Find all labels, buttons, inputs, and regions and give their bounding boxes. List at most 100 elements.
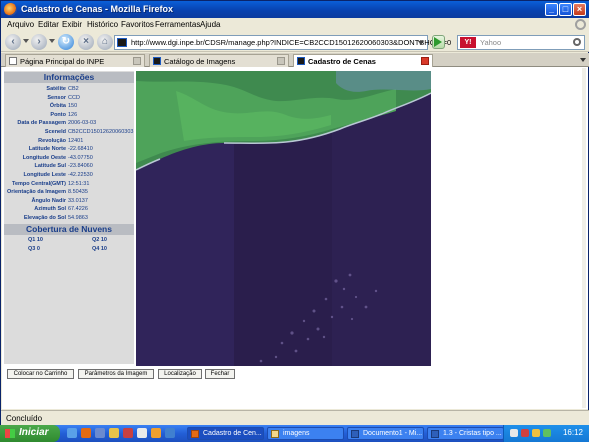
info-row: Longitude Oeste -43.07750: [4, 154, 134, 162]
tab-list-dropdown-icon[interactable]: [580, 58, 586, 62]
menu-ajuda[interactable]: Ajuda: [200, 20, 220, 29]
tab-cadastro-cenas[interactable]: Cadastro de Cenas: [293, 54, 433, 67]
quicklaunch-desktop-icon[interactable]: [95, 428, 105, 438]
stop-button[interactable]: ×: [78, 34, 94, 50]
info-row: SceneId CB2CCD15012620060303: [4, 128, 134, 136]
info-value: 126: [68, 111, 78, 118]
windows-taskbar: Iniciar Cadastro de Cen... imagens Docum…: [0, 425, 589, 442]
quicklaunch-word-icon[interactable]: [165, 428, 175, 438]
info-label: Longitude Leste: [23, 172, 66, 178]
word-icon: [431, 430, 439, 438]
task-label: Documento1 - Mi...: [363, 430, 423, 437]
info-label: Orientação da Imagem: [7, 189, 66, 196]
close-page-button[interactable]: Fechar: [205, 369, 235, 379]
info-heading: Informações: [4, 72, 134, 83]
info-value: 2006-03-03: [68, 120, 97, 127]
quicklaunch-explorer-icon[interactable]: [137, 428, 147, 438]
menu-arquivo[interactable]: Arquivo: [7, 20, 34, 29]
system-tray: 16:12: [503, 425, 589, 442]
tray-antivirus-icon[interactable]: [521, 429, 529, 437]
throbber-icon: [575, 19, 586, 30]
minimize-button[interactable]: _: [545, 3, 558, 16]
tray-volume-icon[interactable]: [532, 429, 540, 437]
info-label: Sensor: [47, 94, 66, 101]
start-button[interactable]: Iniciar: [0, 425, 60, 442]
back-button[interactable]: ‹: [5, 34, 21, 50]
task-word-document[interactable]: Documento1 - Mi...: [347, 427, 424, 440]
address-url[interactable]: http://www.dgi.inpe.br/CDSR/manage.php?I…: [131, 38, 451, 47]
info-row: Latitude Sul -23.84060: [4, 162, 134, 170]
location-button[interactable]: Localização: [158, 369, 202, 379]
clock: 16:12: [562, 428, 583, 437]
menu-favoritos[interactable]: Favoritos: [121, 20, 154, 29]
address-bar[interactable]: http://www.dgi.inpe.br/CDSR/manage.php?I…: [114, 35, 451, 50]
search-placeholder[interactable]: Yahoo: [480, 38, 501, 47]
tab-catalogo-imagens[interactable]: Catálogo de Imagens: [149, 54, 289, 67]
quicklaunch-chrome-icon[interactable]: [151, 428, 161, 438]
go-button[interactable]: [430, 35, 454, 50]
image-parameters-button[interactable]: Parâmetros da Imagem: [78, 369, 154, 379]
info-value: CCD: [68, 94, 80, 101]
maximize-button[interactable]: □: [559, 3, 572, 16]
info-value: 12:51:31: [68, 180, 90, 187]
window-title: Cadastro de Cenas - Mozilla Firefox: [21, 4, 174, 14]
satellite-scene-image: [136, 71, 431, 366]
tab-close-icon[interactable]: [277, 57, 285, 65]
info-row: Ângulo Nadir 33.0137: [4, 197, 134, 205]
info-value: 8.50435: [68, 189, 88, 196]
info-value: 12401: [68, 137, 84, 144]
info-row: Satélite CB2: [4, 85, 134, 93]
tab-pagina-principal-inpe[interactable]: Página Principal do INPE: [5, 54, 145, 67]
folder-icon: [271, 430, 279, 438]
yahoo-engine-icon[interactable]: Y!: [460, 37, 476, 48]
scene-imagery: [136, 71, 431, 366]
quicklaunch-ie-icon[interactable]: [67, 428, 77, 438]
firefox-icon: [191, 430, 199, 438]
forward-button[interactable]: ›: [31, 34, 47, 50]
tab-close-icon[interactable]: [133, 57, 141, 65]
go-arrow-icon: [434, 37, 442, 47]
menu-bar: Arquivo Editar Exibir Histórico Favorito…: [1, 18, 589, 32]
info-value: CB2: [68, 86, 79, 92]
back-history-dropdown[interactable]: [23, 39, 29, 43]
info-value: CB2CCD15012620060303: [68, 129, 134, 135]
quicklaunch-app-icon[interactable]: [123, 428, 133, 438]
info-label: Elevação do Sol: [23, 215, 66, 221]
menu-editar[interactable]: Editar: [38, 20, 59, 29]
info-row: Azimuth Sol 67.4226: [4, 205, 134, 213]
search-box[interactable]: Y! Yahoo: [457, 35, 585, 50]
info-row: Elevação do Sol 54.9863: [4, 214, 134, 222]
tab-close-icon[interactable]: [421, 57, 429, 65]
task-firefox[interactable]: Cadastro de Cen...: [187, 427, 264, 440]
tab-label: Catálogo de Imagens: [164, 57, 236, 66]
forward-history-dropdown[interactable]: [49, 39, 55, 43]
close-window-button[interactable]: ×: [573, 3, 586, 16]
task-cristas-document[interactable]: 1.3 - Cristas tipo ...: [427, 427, 504, 440]
tray-app-icon[interactable]: [543, 429, 551, 437]
menu-exibir[interactable]: Exibir: [62, 20, 82, 29]
home-button[interactable]: ⌂: [97, 34, 113, 50]
address-dropdown-icon[interactable]: [418, 41, 424, 45]
quicklaunch-media-icon[interactable]: [109, 428, 119, 438]
info-row: Orientação da Imagem 8.50435: [4, 188, 134, 196]
status-text: Concluído: [6, 414, 43, 423]
tray-network-icon[interactable]: [510, 429, 518, 437]
add-to-cart-button[interactable]: Colocar no Carrinho: [7, 369, 74, 379]
browser-window: Cadastro de Cenas - Mozilla Firefox _ □ …: [0, 0, 589, 426]
vertical-scrollbar[interactable]: [582, 68, 586, 408]
word-icon: [351, 430, 359, 438]
info-row: Órbita 150: [4, 102, 134, 110]
menu-ferramentas[interactable]: Ferramentas: [155, 20, 200, 29]
reload-button[interactable]: ↻: [58, 34, 74, 50]
scene-info-panel: Informações Satélite CB2 Sensor CCD Órbita 15…: [4, 71, 134, 364]
info-label: Ângulo Nadir: [31, 197, 66, 204]
info-label: Órbita: [49, 103, 66, 110]
info-label: SceneId: [44, 129, 66, 135]
task-imagens-folder[interactable]: imagens: [267, 427, 344, 440]
search-icon[interactable]: [573, 38, 581, 46]
info-value: -42.22530: [68, 172, 93, 178]
quicklaunch-firefox-icon[interactable]: [81, 428, 91, 438]
site-favicon-icon: [153, 57, 161, 65]
info-value: 67.4226: [68, 206, 88, 213]
menu-historico[interactable]: Histórico: [87, 20, 118, 29]
